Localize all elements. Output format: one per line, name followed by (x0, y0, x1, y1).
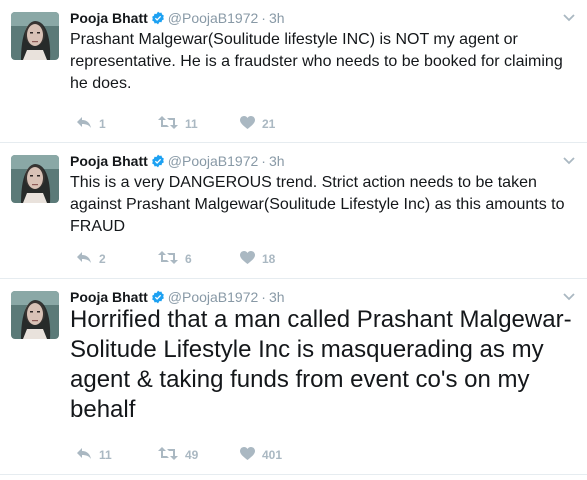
retweet-button[interactable]: 6 (158, 251, 240, 267)
avatar-image (11, 291, 59, 339)
separator: · (261, 153, 266, 169)
author-name[interactable]: Pooja Bhatt (70, 153, 148, 169)
retweet-count: 49 (185, 448, 199, 462)
tweet[interactable]: Pooja Bhatt @PoojaB1972 · 3h This is a v… (0, 143, 587, 279)
retweet-count: 6 (185, 252, 192, 266)
tweet-actions: 11 49 401 (76, 445, 320, 465)
author-handle[interactable]: @PoojaB1972 (168, 153, 259, 169)
retweet-icon (158, 447, 178, 463)
tweet-text: Horrified that a man called Prashant Mal… (70, 306, 572, 423)
author-name[interactable]: Pooja Bhatt (70, 10, 148, 26)
tweet-text: Prashant Malgewar(Soulitude lifestyle IN… (70, 31, 563, 92)
tweet-actions: 1 11 21 (76, 114, 320, 134)
timestamp[interactable]: 3h (269, 289, 285, 305)
reply-icon (76, 447, 92, 463)
chevron-down-icon[interactable] (562, 10, 576, 28)
tweet-actions: 2 6 18 (76, 249, 320, 269)
verified-badge-icon (151, 154, 165, 168)
avatar[interactable] (11, 12, 59, 60)
separator: · (261, 289, 266, 305)
verified-badge-icon (151, 290, 165, 304)
separator: · (261, 10, 266, 26)
reply-button[interactable]: 2 (76, 251, 158, 267)
retweet-icon (158, 116, 178, 132)
tweet-header: Pooja Bhatt @PoojaB1972 · 3h (70, 287, 285, 307)
avatar[interactable] (11, 155, 59, 203)
reply-count: 11 (99, 448, 112, 462)
reply-count: 2 (99, 252, 106, 266)
tweet-header: Pooja Bhatt @PoojaB1972 · 3h (70, 8, 285, 28)
retweet-count: 11 (185, 117, 198, 131)
like-count: 21 (262, 117, 276, 131)
heart-icon (240, 447, 255, 463)
reply-button[interactable]: 1 (76, 116, 158, 132)
verified-badge-icon (151, 11, 165, 25)
retweet-button[interactable]: 11 (158, 116, 240, 132)
tweet[interactable]: Pooja Bhatt @PoojaB1972 · 3h Prashant Ma… (0, 0, 587, 143)
like-button[interactable]: 18 (240, 251, 320, 267)
like-button[interactable]: 401 (240, 447, 320, 463)
reply-button[interactable]: 11 (76, 447, 158, 463)
chevron-down-icon[interactable] (562, 153, 576, 171)
avatar-image (11, 155, 59, 203)
like-button[interactable]: 21 (240, 116, 320, 132)
tweet-timeline: Pooja Bhatt @PoojaB1972 · 3h Prashant Ma… (0, 0, 587, 480)
retweet-icon (158, 251, 178, 267)
tweet-text: This is a very DANGEROUS trend. Strict a… (70, 174, 565, 235)
timestamp[interactable]: 3h (269, 10, 285, 26)
like-count: 401 (262, 448, 283, 462)
heart-icon (240, 251, 255, 267)
author-handle[interactable]: @PoojaB1972 (168, 289, 259, 305)
reply-icon (76, 116, 92, 132)
avatar-image (11, 12, 59, 60)
retweet-button[interactable]: 49 (158, 447, 240, 463)
heart-icon (240, 116, 255, 132)
reply-icon (76, 251, 92, 267)
author-name[interactable]: Pooja Bhatt (70, 289, 148, 305)
like-count: 18 (262, 252, 276, 266)
reply-count: 1 (99, 117, 106, 131)
tweet-header: Pooja Bhatt @PoojaB1972 · 3h (70, 151, 285, 171)
timestamp[interactable]: 3h (269, 153, 285, 169)
avatar[interactable] (11, 291, 59, 339)
author-handle[interactable]: @PoojaB1972 (168, 10, 259, 26)
tweet[interactable]: Pooja Bhatt @PoojaB1972 · 3h Horrified t… (0, 279, 587, 475)
